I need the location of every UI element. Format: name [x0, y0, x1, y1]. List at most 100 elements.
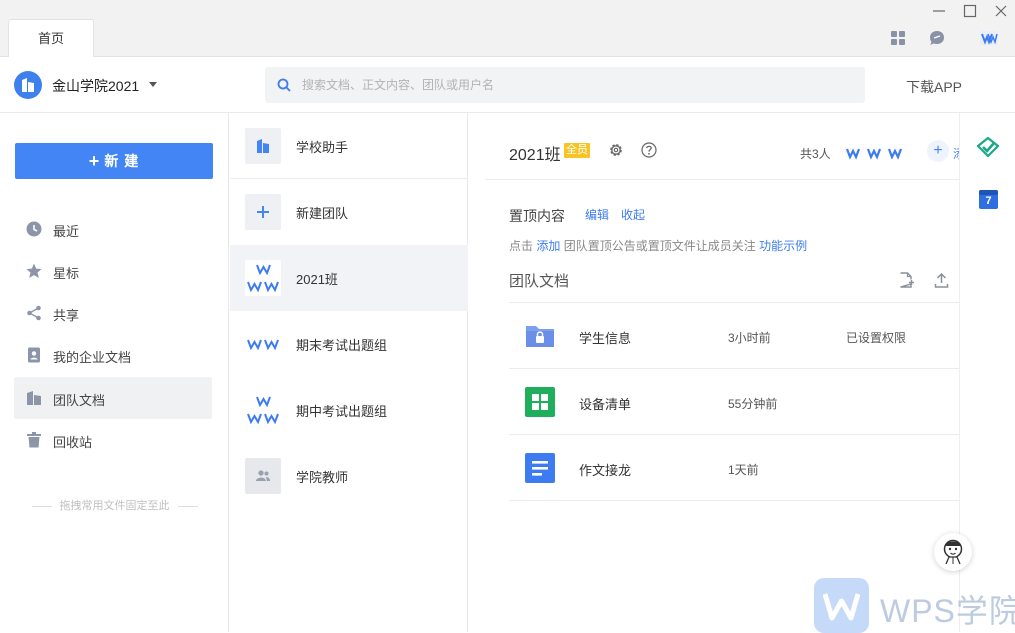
title-bar: 首页 [0, 0, 1015, 58]
team-item-teachers[interactable]: 学院教师 [230, 443, 468, 509]
member-avatars[interactable] [845, 146, 909, 160]
org-name[interactable]: 金山学院2021 [52, 76, 139, 96]
team-name: 2021班 [296, 272, 338, 287]
building-icon [22, 78, 34, 92]
person-doc-icon [28, 347, 40, 363]
team-list: 学校助手 新建团队 2021班 期末考试出题组 期中考试出题组 学院教师 [230, 113, 468, 632]
team-avatar-wps [245, 326, 281, 362]
sidebar-item-label: 共享 [53, 308, 80, 323]
doc-time: 55分钟前 [728, 397, 778, 411]
doc-row-student-info[interactable]: 学生信息 3小时前 已设置权限 [509, 303, 959, 369]
pinned-section-title: 置顶内容 [509, 208, 565, 224]
doc-time: 1天前 [728, 463, 759, 477]
new-button[interactable]: + 新 建 [15, 143, 213, 179]
sidebar-item-trash[interactable]: 回收站 [14, 419, 212, 461]
school-assistant-icon [245, 128, 281, 164]
plus-icon: + [88, 151, 101, 171]
clock-icon [26, 221, 42, 237]
share-icon [27, 305, 41, 321]
chevron-down-icon[interactable] [148, 82, 158, 88]
doc-time: 3小时前 [728, 331, 771, 345]
doc-row-essay-relay[interactable]: 作文接龙 1天前 [509, 435, 959, 501]
pinned-hint: 点击 添加 团队置顶公告或置顶文件让成员关注 功能示例 [509, 237, 807, 254]
doc-row-equipment-list[interactable]: 设备清单 55分钟前 [509, 369, 959, 435]
sidebar-item-team-docs[interactable]: 团队文档 [14, 377, 212, 419]
pin-hint-text: 拖拽常用文件固定至此 [59, 500, 170, 512]
team-name: 学院教师 [296, 470, 349, 485]
pinned-add-link[interactable]: 添加 [536, 239, 560, 253]
team-name: 期中考试出题组 [296, 404, 388, 419]
team-item-final-exam[interactable]: 期末考试出题组 [230, 311, 468, 377]
document-icon [525, 453, 555, 483]
pin-hint: 拖拽常用文件固定至此 [0, 497, 229, 513]
divider [31, 505, 52, 507]
add-member-button[interactable]: + [927, 140, 949, 162]
pinned-hint-text: 团队置顶公告或置顶文件让成员关注 [563, 239, 756, 253]
doc-name: 学生信息 [579, 331, 632, 346]
sidebar-item-recent[interactable]: 最近 [14, 208, 212, 250]
team-doc-icon [27, 391, 41, 405]
calendar-day: 7 [985, 195, 992, 207]
assistant-avatar-icon [943, 539, 963, 565]
sidebar-item-label: 最近 [53, 224, 80, 239]
team-name: 学校助手 [296, 140, 349, 155]
team-docs-title: 团队文档 [509, 273, 570, 290]
upload-icon[interactable] [934, 272, 949, 288]
wps-academy-logo [814, 578, 869, 633]
sidebar-item-label: 我的企业文档 [53, 350, 132, 365]
divider [177, 505, 198, 507]
download-app-link[interactable]: 下载APP [906, 77, 962, 97]
chat-bubble-icon[interactable] [929, 30, 945, 46]
sidebar-item-starred[interactable]: 星标 [14, 250, 212, 292]
minimize-icon[interactable] [930, 2, 948, 20]
member-badge: 全员 [564, 143, 590, 158]
maximize-icon[interactable] [961, 2, 979, 20]
wps-logo-icon[interactable] [980, 31, 998, 45]
team-item-midterm-exam[interactable]: 期中考试出题组 [230, 377, 468, 443]
divider [485, 179, 959, 180]
pinned-collapse-link[interactable]: 收起 [621, 206, 645, 223]
calendar-icon[interactable]: 7 [979, 190, 998, 209]
team-avatar-wps [245, 260, 281, 296]
apps-grid-icon[interactable] [890, 30, 906, 46]
header-bar: 金山学院2021 下载APP [0, 57, 1015, 113]
pinned-hint-prefix: 点击 [509, 239, 534, 253]
help-icon[interactable] [641, 142, 657, 158]
feature-example-link[interactable]: 功能示例 [759, 239, 807, 253]
search-icon [277, 78, 291, 92]
org-logo[interactable] [14, 71, 42, 99]
locked-folder-icon [526, 326, 554, 347]
sidebar-item-enterprise-docs[interactable]: 我的企业文档 [14, 334, 212, 376]
new-button-label: 新 建 [104, 153, 140, 169]
doc-name: 设备清单 [579, 397, 632, 412]
sidebar-item-label: 团队文档 [53, 393, 106, 408]
trash-icon [27, 432, 41, 448]
assistant-button[interactable] [934, 533, 972, 571]
task-check-icon[interactable] [977, 137, 999, 157]
close-icon[interactable] [992, 2, 1010, 20]
team-avatar-wps [245, 392, 281, 428]
team-name: 新建团队 [296, 206, 349, 221]
search-input[interactable] [302, 67, 852, 103]
member-count: 共3人 [800, 147, 831, 161]
doc-name: 作文接龙 [579, 463, 632, 478]
new-file-icon[interactable] [899, 272, 914, 288]
team-item-2021[interactable]: 2021班 [230, 245, 468, 311]
sidebar-item-label: 星标 [53, 266, 80, 281]
team-item-school-assistant[interactable]: 学校助手 [230, 113, 468, 179]
search-box[interactable] [265, 67, 865, 103]
gear-icon[interactable] [608, 142, 624, 158]
doc-permission: 已设置权限 [846, 331, 907, 345]
sidebar: + 新 建 最近 星标 共享 我的企业文档 团队文档 回收站 拖拽常用文件固定至… [0, 113, 229, 632]
team-title: 2021班 [509, 147, 561, 164]
team-detail-panel: 2021班 全员 共3人 + 添 置顶内容 编辑 收起 点击 添加 团队置顶公告… [469, 113, 959, 632]
team-name: 期末考试出题组 [296, 338, 388, 353]
tab-home[interactable]: 首页 [8, 19, 94, 58]
watermark-text: WPS学院 [880, 593, 1015, 629]
people-icon [245, 458, 281, 494]
team-item-new-team[interactable]: 新建团队 [230, 179, 468, 245]
sidebar-item-label: 回收站 [53, 435, 93, 450]
plus-icon [245, 194, 281, 230]
sidebar-item-shared[interactable]: 共享 [14, 292, 212, 334]
pinned-edit-link[interactable]: 编辑 [585, 206, 609, 223]
